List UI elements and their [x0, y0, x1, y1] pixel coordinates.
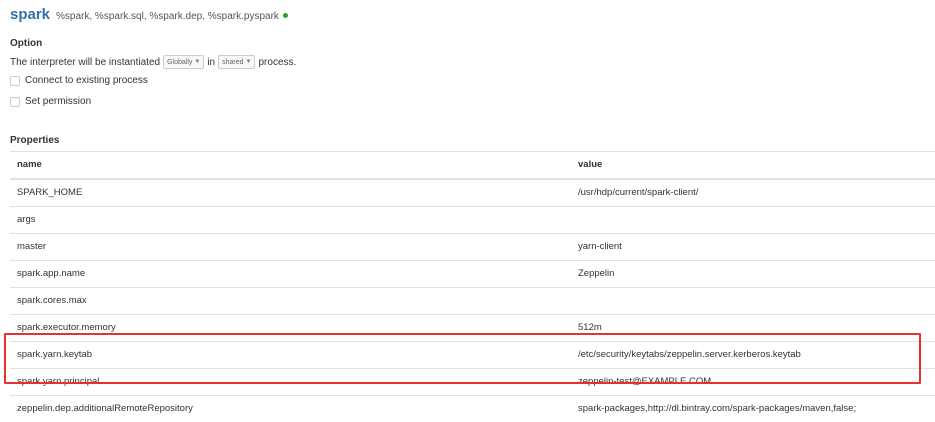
- table-row: zeppelin.dep.additionalRemoteRepository …: [10, 395, 935, 422]
- property-value: /etc/security/keytabs/zeppelin.server.ke…: [578, 349, 801, 360]
- mode-select[interactable]: shared ▼: [218, 55, 256, 69]
- instantiation-option-line: The interpreter will be instantiated Glo…: [10, 55, 296, 69]
- property-value: yarn-client: [578, 241, 622, 252]
- table-row: spark.executor.memory 512m: [10, 314, 935, 341]
- table-row: SPARK_HOME /usr/hdp/current/spark-client…: [10, 179, 935, 206]
- property-value: /usr/hdp/current/spark-client/: [578, 187, 699, 198]
- column-header-name: name: [17, 159, 42, 170]
- interpreter-title[interactable]: spark: [10, 6, 50, 23]
- connect-existing-label: Connect to existing process: [25, 75, 148, 86]
- table-row: spark.yarn.keytab /etc/security/keytabs/…: [10, 341, 935, 368]
- table-header-row: name value: [10, 151, 935, 179]
- table-row: master yarn-client: [10, 233, 935, 260]
- property-value: spark-packages,http://dl.bintray.com/spa…: [578, 403, 857, 414]
- properties-table: name value SPARK_HOME /usr/hdp/current/s…: [10, 151, 935, 422]
- column-header-value: value: [578, 159, 603, 170]
- table-row: spark.app.name Zeppelin: [10, 260, 935, 287]
- property-name: args: [17, 214, 36, 225]
- in-text: in: [207, 56, 216, 68]
- connect-existing-checkbox[interactable]: [10, 75, 20, 86]
- interpreter-bindings: %spark, %spark.sql, %spark.dep, %spark.p…: [56, 11, 279, 22]
- property-name: spark.app.name: [17, 268, 86, 279]
- instantiated-text: The interpreter will be instantiated: [10, 56, 161, 68]
- property-name: SPARK_HOME: [17, 187, 83, 198]
- property-name: spark.yarn.keytab: [17, 349, 92, 360]
- table-row: args: [10, 206, 935, 233]
- set-permission-checkbox[interactable]: [10, 96, 20, 107]
- property-value: 512m: [578, 322, 602, 333]
- mode-select-value: shared: [222, 58, 244, 66]
- table-row: spark.yarn.principal zeppelin-test@EXAMP…: [10, 368, 935, 395]
- chevron-down-icon: ▼: [194, 59, 201, 65]
- connect-existing-option[interactable]: Connect to existing process: [10, 75, 148, 86]
- property-name: zeppelin.dep.additionalRemoteRepository: [17, 403, 193, 414]
- property-name: master: [17, 241, 47, 252]
- table-row: spark.cores.max: [10, 287, 935, 314]
- option-heading: Option: [10, 38, 43, 49]
- scope-select-value: Globally: [167, 58, 193, 66]
- interpreter-header: spark %spark, %spark.sql, %spark.dep, %s…: [10, 6, 288, 26]
- set-permission-option[interactable]: Set permission: [10, 96, 91, 107]
- property-value: Zeppelin: [578, 268, 615, 279]
- property-value: zeppelin-test@EXAMPLE.COM: [578, 376, 712, 387]
- property-name: spark.yarn.principal: [17, 376, 100, 387]
- chevron-down-icon: ▼: [245, 59, 252, 65]
- properties-heading: Properties: [10, 135, 60, 146]
- property-name: spark.executor.memory: [17, 322, 116, 333]
- process-text: process.: [258, 56, 297, 68]
- property-name: spark.cores.max: [17, 295, 87, 306]
- set-permission-label: Set permission: [25, 96, 92, 107]
- status-dot-icon: [282, 13, 288, 18]
- scope-select[interactable]: Globally ▼: [163, 55, 205, 69]
